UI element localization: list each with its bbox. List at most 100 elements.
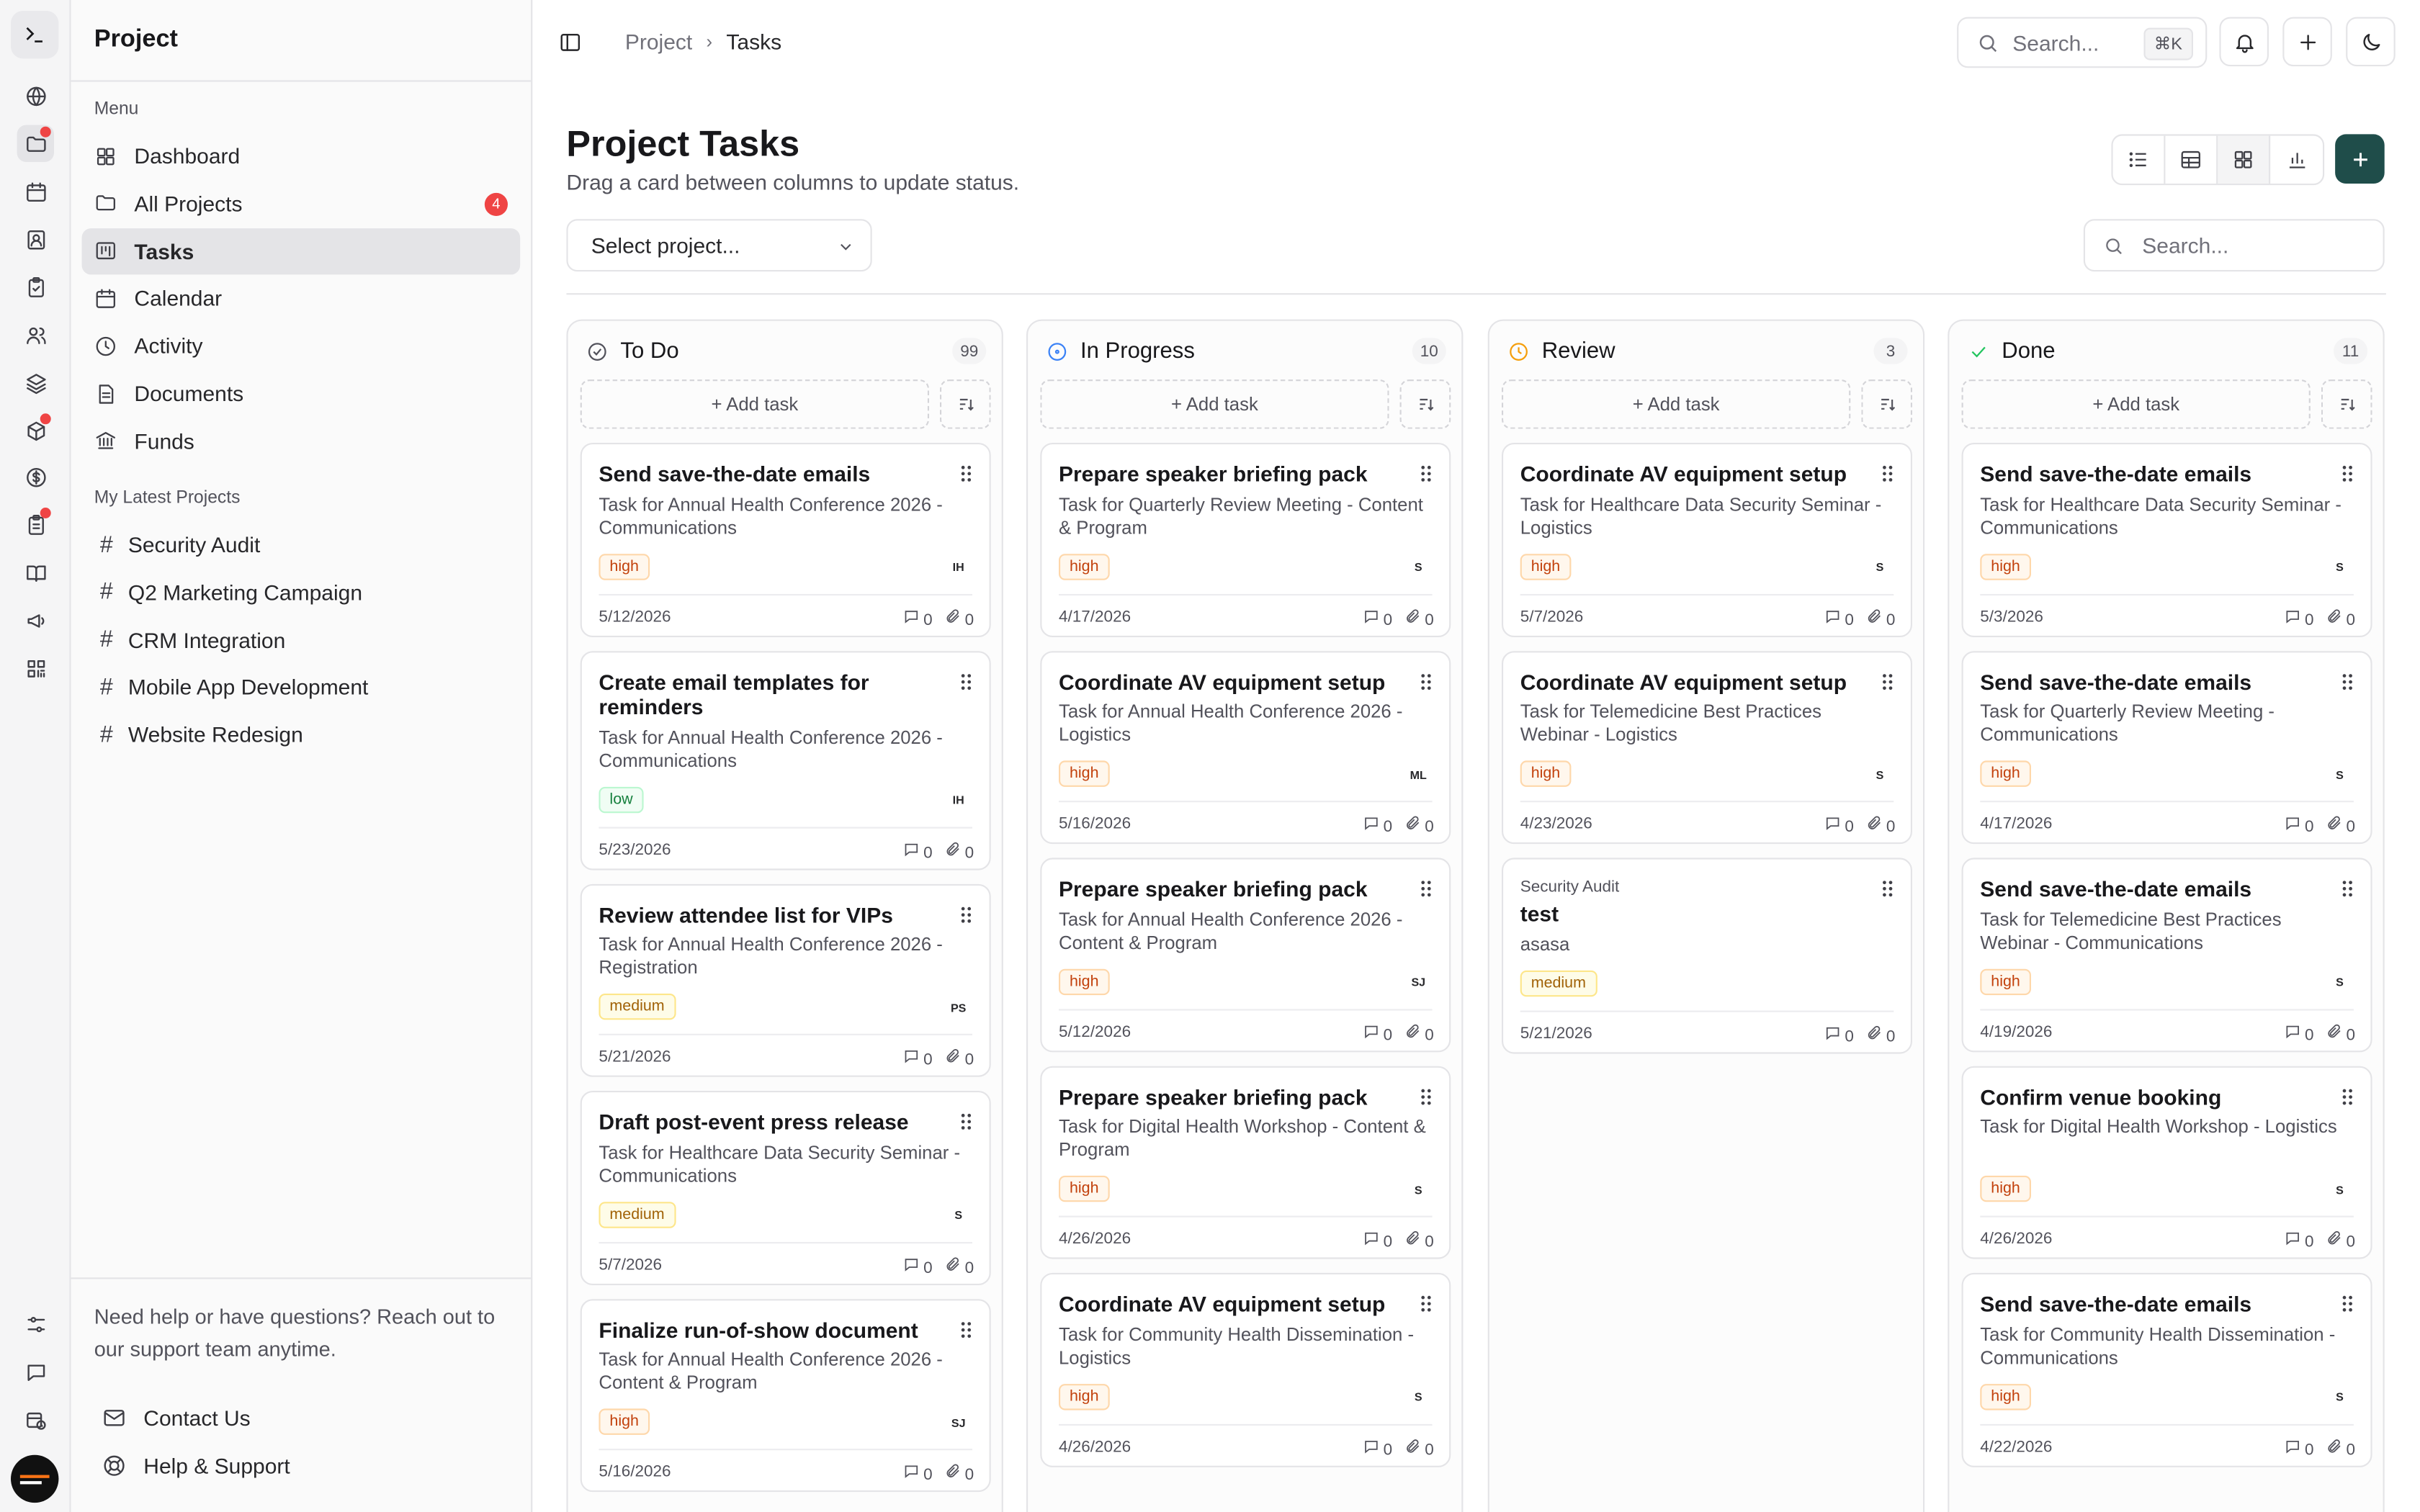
drag-handle-icon[interactable] <box>1880 879 1895 898</box>
drag-handle-icon[interactable] <box>959 905 974 924</box>
list-view-button[interactable] <box>2113 135 2166 184</box>
task-card[interactable]: Create email templates for reminders Task… <box>580 650 991 870</box>
rail-globe-button[interactable] <box>17 77 54 114</box>
global-search[interactable]: Search... ⌘K <box>1957 17 2208 68</box>
drag-handle-icon[interactable] <box>1880 672 1895 690</box>
drag-handle-icon[interactable] <box>1418 879 1433 898</box>
task-card[interactable]: Finalize run-of-show document Task for An… <box>580 1298 991 1493</box>
add-task-button[interactable]: + Add task <box>1040 379 1389 429</box>
rail-folder-button[interactable] <box>17 125 55 162</box>
sidebar-item-dashboard[interactable]: Dashboard <box>82 132 521 179</box>
kanban-icon <box>96 242 115 260</box>
task-card[interactable]: Coordinate AV equipment setup Task for An… <box>1040 650 1451 845</box>
task-card[interactable]: Coordinate AV equipment setup Task for Te… <box>1502 650 1912 845</box>
attachment-count: 0 <box>2326 1022 2355 1044</box>
task-card[interactable]: Draft post-event press release Task for H… <box>580 1091 991 1284</box>
project-select-value: Select project... <box>591 233 740 258</box>
drag-handle-icon[interactable] <box>959 464 974 483</box>
task-card[interactable]: Send save-the-date emails Task for Annual… <box>580 443 991 636</box>
chart-view-button[interactable] <box>2270 136 2323 184</box>
rail-book-button[interactable] <box>17 554 54 590</box>
task-card[interactable]: Send save-the-date emails Task for Commun… <box>1961 1272 2372 1467</box>
task-card[interactable]: Send save-the-date emails Task for Teleme… <box>1961 858 2372 1052</box>
drag-handle-icon[interactable] <box>959 1112 974 1131</box>
table-view-button[interactable] <box>2165 135 2218 184</box>
rail-dollar-button[interactable] <box>17 458 54 495</box>
rail-megaphone-button[interactable] <box>17 602 54 639</box>
sidebar-item-funds[interactable]: Funds <box>82 418 521 464</box>
drag-handle-icon[interactable] <box>959 1320 974 1338</box>
toggle-sidebar-button[interactable] <box>544 17 594 67</box>
sidebar-project-q2-marketing-campaign[interactable]: # Q2 Marketing Campaign <box>82 569 362 615</box>
sidebar-project-website-redesign[interactable]: # Website Redesign <box>82 711 303 757</box>
task-card[interactable]: Review attendee list for VIPs Task for An… <box>580 883 991 1077</box>
task-card[interactable]: Send save-the-date emails Task for Health… <box>1961 443 2372 636</box>
rail-contacts-button[interactable] <box>17 220 54 257</box>
sidebar-item-tasks[interactable]: Tasks <box>81 228 521 274</box>
add-task-main-button[interactable] <box>2335 134 2385 184</box>
rail-calendar-clock-button[interactable] <box>17 1401 54 1438</box>
task-card[interactable]: Security Audit test asasa medium 5/21/2026 0 0 <box>1502 858 1912 1053</box>
drag-handle-icon[interactable] <box>2340 672 2355 690</box>
user-avatar[interactable] <box>11 1454 59 1503</box>
add-task-button[interactable]: + Add task <box>1502 379 1851 429</box>
drag-handle-icon[interactable] <box>1880 464 1895 483</box>
terminal-icon[interactable] <box>11 11 59 59</box>
sort-button[interactable] <box>1399 379 1451 429</box>
card-divider <box>1980 801 2354 803</box>
board-view-button[interactable] <box>2218 135 2271 184</box>
drag-handle-icon[interactable] <box>1418 1087 1433 1106</box>
task-card[interactable]: Confirm venue booking Task for Digital He… <box>1961 1065 2372 1259</box>
rail-calendar-button[interactable] <box>17 173 54 210</box>
notifications-button[interactable] <box>2219 17 2269 67</box>
sidebar-item-calendar[interactable]: Calendar <box>82 275 521 321</box>
rail-users-button[interactable] <box>17 316 54 353</box>
drag-handle-icon[interactable] <box>1418 464 1433 483</box>
help-support-link[interactable]: Help & Support <box>102 1447 290 1484</box>
drag-handle-icon[interactable] <box>1418 672 1433 690</box>
add-task-button[interactable]: + Add task <box>580 379 929 429</box>
drag-handle-icon[interactable] <box>2340 879 2355 898</box>
comment-count-value: 0 <box>923 1465 933 1485</box>
sidebar-title: Project <box>94 26 178 53</box>
sort-button[interactable] <box>940 379 991 429</box>
sort-button[interactable] <box>1861 379 1912 429</box>
comment-count-value: 0 <box>1383 1025 1393 1044</box>
sidebar-item-activity[interactable]: Activity <box>82 323 521 369</box>
task-card[interactable]: Prepare speaker briefing pack Task for Di… <box>1040 1065 1451 1259</box>
drag-handle-icon[interactable] <box>959 672 974 690</box>
rail-clipboard-list-button[interactable] <box>17 506 54 543</box>
project-select[interactable]: Select project... <box>566 219 872 272</box>
drag-handle-icon[interactable] <box>2340 464 2355 483</box>
drag-handle-icon[interactable] <box>1418 1295 1433 1313</box>
contact-us-link[interactable]: Contact Us <box>102 1400 251 1436</box>
column-header: Review 3 <box>1508 336 1908 367</box>
task-search-placeholder: Search... <box>2142 233 2229 258</box>
create-button[interactable] <box>2282 17 2332 67</box>
theme-toggle-button[interactable] <box>2346 17 2396 67</box>
card-title: test <box>1520 901 1559 926</box>
drag-handle-icon[interactable] <box>2340 1087 2355 1106</box>
sidebar-item-documents[interactable]: Documents <box>82 370 521 416</box>
task-card[interactable]: Coordinate AV equipment setup Task for Co… <box>1040 1272 1451 1467</box>
task-card[interactable]: Prepare speaker briefing pack Task for An… <box>1040 858 1451 1052</box>
drag-handle-icon[interactable] <box>2340 1295 2355 1313</box>
task-card[interactable]: Send save-the-date emails Task for Quarte… <box>1961 650 2372 845</box>
rail-qr-code-button[interactable] <box>17 649 54 686</box>
add-task-button[interactable]: + Add task <box>1961 379 2311 429</box>
task-card[interactable]: Coordinate AV equipment setup Task for He… <box>1502 443 1912 636</box>
attachment-count: 0 <box>2326 607 2355 629</box>
sidebar-item-all-projects[interactable]: All Projects 4 <box>82 180 521 226</box>
rail-clipboard-check-button[interactable] <box>17 269 54 305</box>
sidebar-project-mobile-app-development[interactable]: # Mobile App Development <box>82 664 368 710</box>
task-card[interactable]: Prepare speaker briefing pack Task for Qu… <box>1040 443 1451 636</box>
breadcrumb-project[interactable]: Project <box>625 30 692 54</box>
sort-button[interactable] <box>2321 379 2372 429</box>
rail-layers-button[interactable] <box>17 364 54 401</box>
rail-package-button[interactable] <box>17 412 54 449</box>
sidebar-project-crm-integration[interactable]: # CRM Integration <box>82 616 286 662</box>
sidebar-project-security-audit[interactable]: # Security Audit <box>82 521 260 567</box>
rail-settings-sliders-button[interactable] <box>17 1305 54 1342</box>
task-search-input[interactable]: Search... <box>2083 219 2385 272</box>
rail-message-button[interactable] <box>17 1353 54 1390</box>
